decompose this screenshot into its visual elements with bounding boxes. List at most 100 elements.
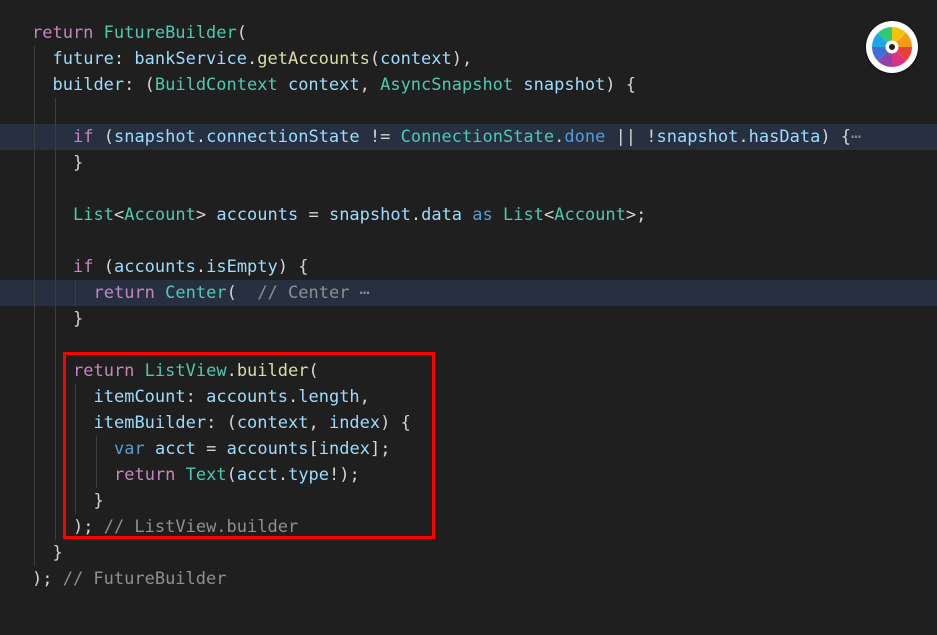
code-token: snapshot <box>328 205 411 225</box>
code-line[interactable]: return ListView.builder( <box>0 358 937 384</box>
code-text: if (accounts.isEmpty) { <box>73 254 308 280</box>
indent-guide <box>54 202 56 228</box>
fold-ellipsis-icon[interactable]: ⋯ <box>851 127 861 147</box>
code-token: } <box>73 309 84 329</box>
code-token: connectionState <box>206 127 360 147</box>
code-token: . <box>277 465 289 485</box>
color-wheel-graphic <box>872 27 912 67</box>
code-token: ) { <box>605 75 637 95</box>
code-line[interactable]: var acct = accounts[index]; <box>0 436 937 462</box>
code-token: FutureBuilder <box>103 23 237 43</box>
code-text: var acct = accounts[index]; <box>114 436 390 462</box>
indent-guide <box>54 514 56 540</box>
code-token: . <box>195 127 207 147</box>
code-token: , <box>308 413 329 433</box>
code-token: } <box>52 543 63 563</box>
indent-guide <box>75 410 76 436</box>
code-token: . <box>247 49 258 69</box>
code-line[interactable]: if (snapshot.connectionState != Connecti… <box>0 124 937 150</box>
indent-guide <box>75 384 76 410</box>
code-text: } <box>53 540 63 566</box>
indent-guide <box>95 462 97 488</box>
code-token: accounts <box>113 257 196 277</box>
indent-guide <box>34 332 35 358</box>
indent-guide <box>34 72 35 98</box>
code-token: if <box>73 127 94 147</box>
indent-guide <box>54 98 56 124</box>
code-line[interactable]: ); // FutureBuilder <box>0 566 937 592</box>
indent-guide <box>54 176 56 202</box>
code-line[interactable] <box>0 228 937 254</box>
code-token: [ <box>308 439 319 459</box>
indent-guide <box>34 46 35 72</box>
code-token: ( <box>93 127 114 147</box>
code-line[interactable]: } <box>0 488 937 514</box>
code-line[interactable] <box>0 332 937 358</box>
code-token: if <box>73 257 94 277</box>
code-token: = <box>195 439 227 459</box>
indent-guide <box>54 280 56 306</box>
indent-guide <box>34 514 35 540</box>
code-line[interactable]: List<Account> accounts = snapshot.data a… <box>0 202 937 228</box>
code-line[interactable]: builder: (BuildContext context, AsyncSna… <box>0 72 937 98</box>
code-token: type <box>288 465 330 485</box>
code-token: . <box>226 361 237 381</box>
code-token: BuildContext <box>154 75 278 95</box>
code-token: data <box>421 205 463 225</box>
code-token: != <box>359 127 401 147</box>
fold-ellipsis-icon[interactable]: ⋯ <box>360 283 370 303</box>
code-token: context <box>287 75 360 95</box>
code-token: hasData <box>748 127 821 147</box>
indent-guide <box>54 410 56 436</box>
code-token: = <box>298 205 329 225</box>
code-text: builder: (BuildContext context, AsyncSna… <box>53 72 637 98</box>
code-token: ( <box>93 257 114 277</box>
code-line[interactable]: } <box>0 540 937 566</box>
code-token: ); <box>73 517 104 537</box>
code-token: || ! <box>605 127 657 147</box>
code-token: ( <box>236 23 247 43</box>
code-token: ConnectionState <box>400 127 555 147</box>
code-line[interactable]: } <box>0 150 937 176</box>
code-line[interactable]: itemBuilder: (context, index) { <box>0 410 937 436</box>
code-token: > <box>195 205 217 225</box>
code-text: itemBuilder: (context, index) { <box>94 410 411 436</box>
code-token: ( <box>226 283 258 303</box>
code-line[interactable] <box>0 98 937 124</box>
indent-guide <box>54 358 56 384</box>
code-token: ) { <box>820 127 852 147</box>
indent-guide <box>34 488 35 514</box>
code-line[interactable]: ); // ListView.builder <box>0 514 937 540</box>
code-token: accounts <box>216 205 299 225</box>
indent-guide <box>54 488 56 514</box>
code-line[interactable]: return FutureBuilder( <box>0 20 937 46</box>
code-token: itemBuilder <box>93 413 207 433</box>
code-token: , <box>359 387 370 407</box>
code-token: } <box>73 153 84 173</box>
code-text: return ListView.builder( <box>73 358 319 384</box>
color-wheel-icon[interactable] <box>866 21 918 73</box>
code-token: : ( <box>124 75 155 95</box>
code-editor[interactable]: return FutureBuilder(future: bankService… <box>0 0 937 635</box>
code-line[interactable]: future: bankService.getAccounts(context)… <box>0 46 937 72</box>
indent-guide <box>75 280 76 306</box>
code-token: , <box>359 75 381 95</box>
code-line[interactable]: } <box>0 306 937 332</box>
indent-guide <box>34 436 35 462</box>
code-line[interactable] <box>0 176 937 202</box>
code-line[interactable]: if (accounts.isEmpty) { <box>0 254 937 280</box>
code-token: Account <box>124 205 196 225</box>
code-line[interactable]: itemCount: accounts.length, <box>0 384 937 410</box>
code-token: AsyncSnapshot <box>380 75 514 95</box>
indent-guide <box>54 254 56 280</box>
code-line[interactable]: return Text(acct.type!); <box>0 462 937 488</box>
code-token: // Center <box>257 283 360 303</box>
indent-guide <box>34 462 35 488</box>
code-token: var <box>114 439 145 459</box>
indent-guide <box>75 436 76 462</box>
code-line[interactable]: return Center( // Center ⋯ <box>0 280 937 306</box>
indent-guide <box>54 436 56 462</box>
